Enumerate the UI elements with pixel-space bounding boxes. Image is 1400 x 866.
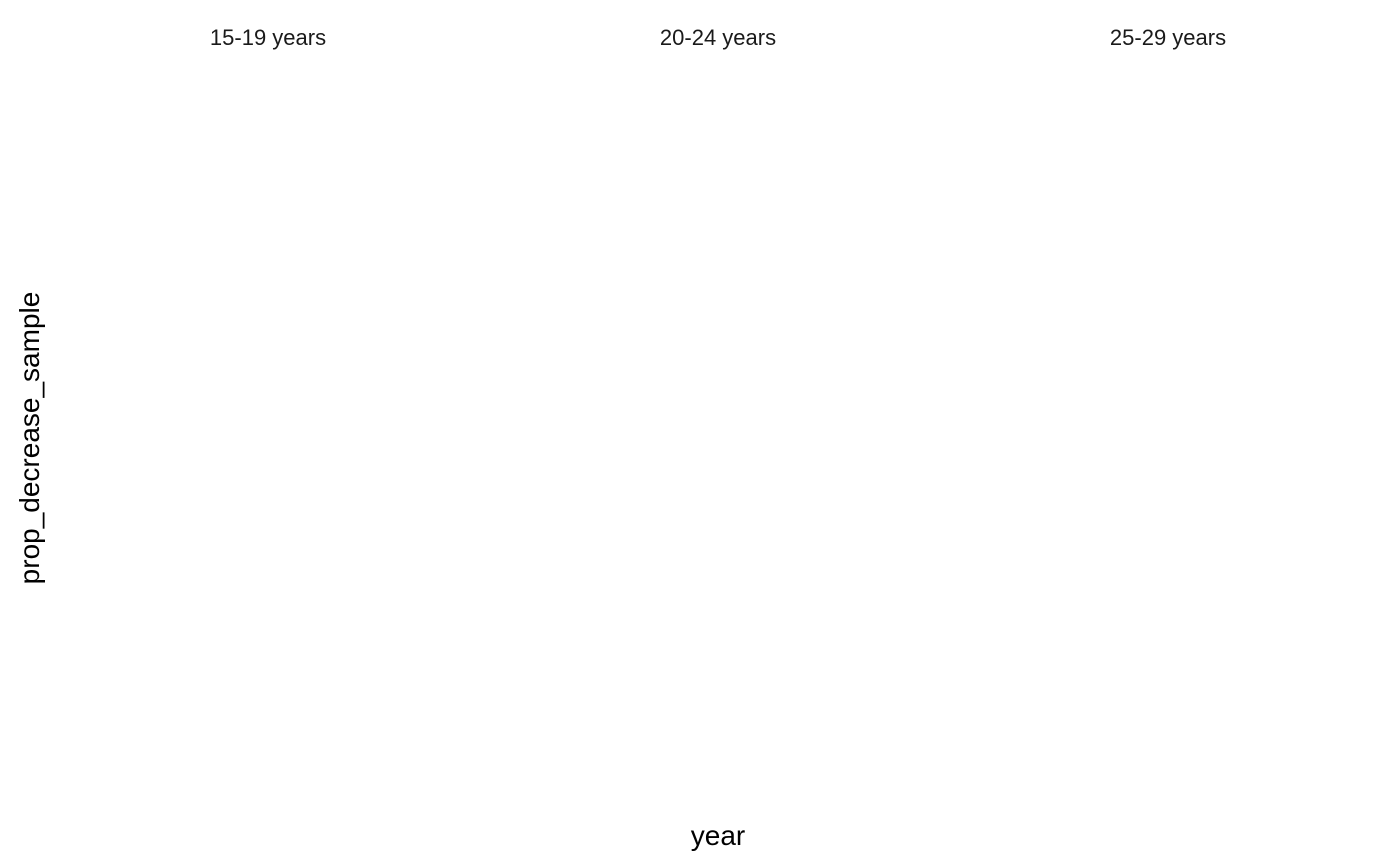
faceted-chart: 15-19 years 20-24 years 25-29 years year… (0, 0, 1400, 866)
facet-label-3: 25-29 years (1109, 25, 1227, 50)
facet-label-2: 20-24 years (659, 25, 777, 50)
facet-panel-3 (958, 62, 1378, 802)
facet-label-1: 15-19 years (209, 25, 327, 50)
facet-panel-1 (58, 62, 478, 802)
facet-panel-2 (508, 62, 928, 802)
y-axis-title: prop_decrease_sample (14, 291, 45, 585)
x-axis-title: year (690, 820, 746, 851)
